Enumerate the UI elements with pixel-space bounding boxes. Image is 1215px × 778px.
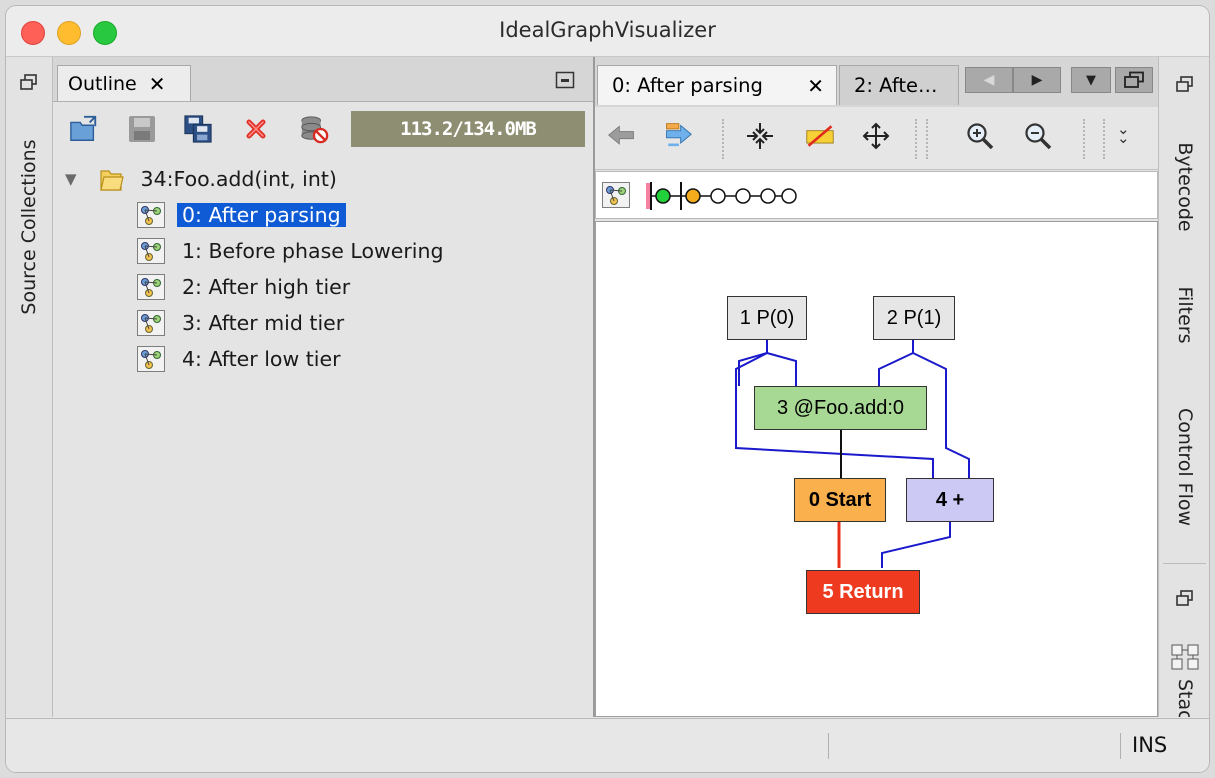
tree-item-label: 2: After high tier: [182, 275, 351, 299]
close-icon[interactable]: ✕: [149, 72, 166, 96]
toolbar-separator: [926, 119, 928, 159]
filters-tab[interactable]: Filters: [1174, 265, 1196, 365]
scroll-tabs-right-button[interactable]: ▶: [1013, 67, 1061, 93]
left-side-strip: Source Collections: [6, 57, 53, 717]
outline-panel: Outline ✕ 113.2/134.0MB ▼ 34:Foo.add(int…: [53, 57, 595, 717]
hide-nodes-icon[interactable]: [805, 121, 835, 151]
tree-item-label: 3: After mid tier: [182, 311, 345, 335]
restore-window-icon[interactable]: [1175, 589, 1195, 609]
graph-icon: [137, 274, 165, 300]
graph-icon: [137, 346, 165, 372]
folder-icon: [99, 170, 124, 191]
tab-list-dropdown-button[interactable]: ▼: [1071, 67, 1111, 93]
toolbar-separator: [1103, 119, 1105, 159]
close-icon[interactable]: ✕: [807, 74, 824, 98]
remove-all-icon[interactable]: [299, 114, 329, 144]
insert-mode-indicator: INS: [1132, 733, 1168, 757]
outline-tab[interactable]: Outline ✕: [57, 65, 191, 101]
graph-tab-row: 0: After parsing ✕ 2: Afte… ◀ ▶ ▼: [595, 57, 1158, 107]
edge-p0-to-foo: [738, 340, 768, 386]
node-start[interactable]: 0 Start: [794, 478, 886, 522]
status-divider: [1120, 733, 1121, 759]
source-collections-tab[interactable]: Source Collections: [18, 117, 40, 337]
arrow-left-icon: ◀: [983, 72, 995, 88]
forward-arrow-icon[interactable]: [663, 121, 693, 151]
expand-arrows-icon[interactable]: [861, 121, 891, 151]
tree-item[interactable]: 1: Before phase Lowering: [137, 235, 444, 267]
stack-tab[interactable]: Stac: [1174, 679, 1196, 717]
tree-item[interactable]: 4: After low tier: [137, 343, 341, 375]
graph-toolbar: ⌄ ⌄: [595, 107, 1158, 170]
tree-item[interactable]: 3: After mid tier: [137, 307, 344, 339]
restore-window-icon: [1124, 71, 1144, 88]
toolbar-separator: [1083, 119, 1085, 159]
open-folder-icon[interactable]: [69, 114, 99, 144]
maximize-window-button[interactable]: [1115, 67, 1153, 93]
back-arrow-icon[interactable]: [607, 121, 637, 151]
chevron-down-icon: ▼: [1086, 72, 1096, 88]
graph-icon: [137, 238, 165, 264]
save-all-icon[interactable]: [183, 114, 213, 144]
zoom-out-icon[interactable]: [1023, 121, 1053, 151]
restore-window-icon[interactable]: [1175, 75, 1195, 95]
strip-divider: [1163, 563, 1206, 564]
tree-group-row[interactable]: ▼ 34:Foo.add(int, int): [65, 163, 337, 195]
arrow-right-icon: ▶: [1031, 72, 1043, 88]
stack-view-icon[interactable]: [1170, 643, 1200, 671]
right-side-strip: Bytecode Filters Control Flow Stac: [1158, 57, 1209, 717]
stack-tab-clip: Stac: [1159, 677, 1209, 717]
graph-editor-panel: 0: After parsing ✕ 2: Afte… ◀ ▶ ▼ ⌄ ⌄ 1 …: [595, 57, 1158, 717]
title-bar: IdealGraphVisualizer: [6, 6, 1209, 57]
tab-label: 0: After parsing: [612, 74, 763, 97]
minimize-panel-icon[interactable]: [555, 71, 575, 89]
outline-toolbar: 113.2/134.0MB: [53, 102, 593, 154]
scroll-tabs-left-button[interactable]: ◀: [965, 67, 1013, 93]
node-foo-add[interactable]: 3 @Foo.add:0: [754, 386, 927, 430]
control-flow-tab[interactable]: Control Flow: [1174, 392, 1196, 542]
edge-p1-to-foo: [878, 340, 914, 386]
tab-after-high-tier[interactable]: 2: Afte…: [839, 65, 959, 105]
zoom-in-icon[interactable]: [965, 121, 995, 151]
tree-item[interactable]: 2: After high tier: [137, 271, 350, 303]
window-title: IdealGraphVisualizer: [499, 18, 716, 42]
tree-item[interactable]: 0: After parsing: [137, 199, 346, 231]
status-divider: [828, 733, 829, 759]
node-plus[interactable]: 4 +: [906, 478, 994, 522]
graph-icon: [137, 310, 165, 336]
node-return[interactable]: 5 Return: [806, 570, 920, 614]
tree-item-label: 0: After parsing: [177, 203, 346, 227]
save-disabled-icon[interactable]: [127, 114, 157, 144]
bytecode-tab[interactable]: Bytecode: [1174, 127, 1196, 247]
node-p1[interactable]: 2 P(1): [873, 296, 955, 340]
phase-slider-bar: [595, 171, 1158, 219]
tab-label: 2: Afte…: [854, 74, 938, 97]
tree-item-label: 1: Before phase Lowering: [182, 239, 444, 263]
graph-canvas[interactable]: 1 P(0) 2 P(1) 3 @Foo.add:0 0 Start 4 + 5…: [595, 221, 1158, 717]
graph-icon: [137, 202, 165, 228]
tree-item-label: 4: After low tier: [182, 347, 341, 371]
phase-slider[interactable]: [640, 180, 800, 212]
group-label: 34:Foo.add(int, int): [140, 167, 337, 191]
edge-plus-to-return: [881, 522, 951, 568]
memory-usage-indicator[interactable]: 113.2/134.0MB: [351, 111, 585, 147]
graph-icon[interactable]: [602, 182, 630, 208]
remove-icon[interactable]: [241, 114, 271, 144]
tab-after-parsing[interactable]: 0: After parsing ✕: [597, 65, 837, 105]
toolbar-overflow-icon[interactable]: ⌄ ⌄: [1117, 122, 1130, 146]
expand-triangle-icon[interactable]: ▼: [65, 170, 77, 188]
app-window: IdealGraphVisualizer Source Collections …: [6, 6, 1209, 772]
node-p0[interactable]: 1 P(0): [727, 296, 807, 340]
outline-tab-label: Outline: [68, 72, 137, 95]
status-bar: INS: [6, 718, 1209, 772]
collapse-arrows-icon[interactable]: [745, 121, 775, 151]
restore-window-icon[interactable]: [19, 73, 39, 93]
outline-tab-row: Outline ✕: [53, 57, 593, 102]
toolbar-separator: [722, 119, 724, 159]
toolbar-separator: [915, 119, 917, 159]
